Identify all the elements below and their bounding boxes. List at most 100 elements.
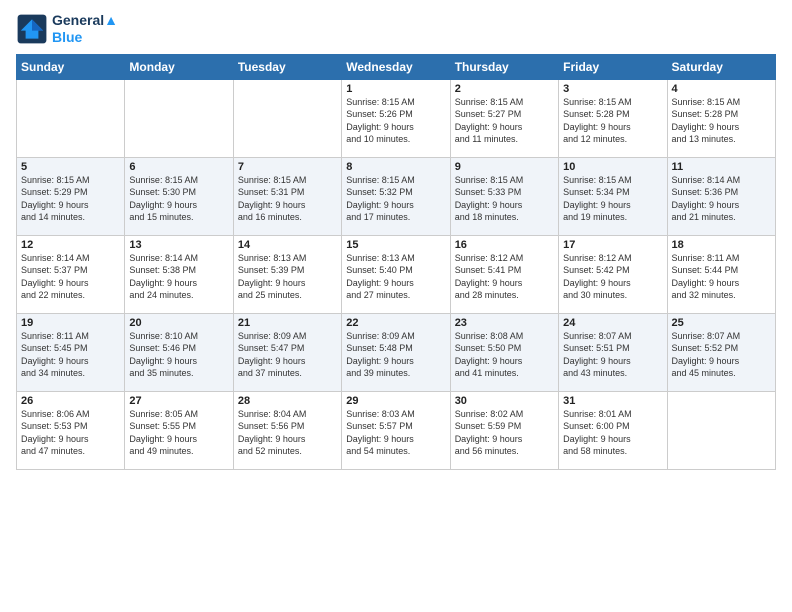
- day-info: Sunrise: 8:12 AM Sunset: 5:42 PM Dayligh…: [563, 252, 662, 302]
- day-number: 24: [563, 317, 662, 329]
- day-info: Sunrise: 8:09 AM Sunset: 5:48 PM Dayligh…: [346, 330, 445, 380]
- weekday-header-friday: Friday: [559, 54, 667, 79]
- day-info: Sunrise: 8:15 AM Sunset: 5:30 PM Dayligh…: [129, 174, 228, 224]
- calendar-cell: 26Sunrise: 8:06 AM Sunset: 5:53 PM Dayli…: [17, 391, 125, 469]
- day-number: 13: [129, 239, 228, 251]
- day-number: 26: [21, 395, 120, 407]
- day-number: 29: [346, 395, 445, 407]
- weekday-header-monday: Monday: [125, 54, 233, 79]
- weekday-header-thursday: Thursday: [450, 54, 558, 79]
- calendar-cell: 12Sunrise: 8:14 AM Sunset: 5:37 PM Dayli…: [17, 235, 125, 313]
- calendar-cell: 3Sunrise: 8:15 AM Sunset: 5:28 PM Daylig…: [559, 79, 667, 157]
- day-number: 15: [346, 239, 445, 251]
- weekday-header-wednesday: Wednesday: [342, 54, 450, 79]
- day-info: Sunrise: 8:15 AM Sunset: 5:34 PM Dayligh…: [563, 174, 662, 224]
- calendar-cell: 11Sunrise: 8:14 AM Sunset: 5:36 PM Dayli…: [667, 157, 775, 235]
- logo: General▲ Blue: [16, 12, 118, 46]
- calendar-cell: 2Sunrise: 8:15 AM Sunset: 5:27 PM Daylig…: [450, 79, 558, 157]
- day-info: Sunrise: 8:07 AM Sunset: 5:51 PM Dayligh…: [563, 330, 662, 380]
- calendar-cell: 1Sunrise: 8:15 AM Sunset: 5:26 PM Daylig…: [342, 79, 450, 157]
- day-info: Sunrise: 8:07 AM Sunset: 5:52 PM Dayligh…: [672, 330, 771, 380]
- calendar-cell: [667, 391, 775, 469]
- day-number: 8: [346, 161, 445, 173]
- calendar-week-5: 26Sunrise: 8:06 AM Sunset: 5:53 PM Dayli…: [17, 391, 776, 469]
- calendar-cell: 22Sunrise: 8:09 AM Sunset: 5:48 PM Dayli…: [342, 313, 450, 391]
- calendar-cell: 28Sunrise: 8:04 AM Sunset: 5:56 PM Dayli…: [233, 391, 341, 469]
- day-info: Sunrise: 8:15 AM Sunset: 5:26 PM Dayligh…: [346, 96, 445, 146]
- day-number: 10: [563, 161, 662, 173]
- calendar-cell: 15Sunrise: 8:13 AM Sunset: 5:40 PM Dayli…: [342, 235, 450, 313]
- weekday-header-sunday: Sunday: [17, 54, 125, 79]
- calendar-cell: 10Sunrise: 8:15 AM Sunset: 5:34 PM Dayli…: [559, 157, 667, 235]
- calendar-cell: [17, 79, 125, 157]
- day-number: 3: [563, 83, 662, 95]
- day-info: Sunrise: 8:11 AM Sunset: 5:45 PM Dayligh…: [21, 330, 120, 380]
- calendar-cell: 31Sunrise: 8:01 AM Sunset: 6:00 PM Dayli…: [559, 391, 667, 469]
- day-number: 11: [672, 161, 771, 173]
- day-number: 28: [238, 395, 337, 407]
- day-number: 31: [563, 395, 662, 407]
- header: General▲ Blue: [16, 12, 776, 46]
- calendar-cell: 18Sunrise: 8:11 AM Sunset: 5:44 PM Dayli…: [667, 235, 775, 313]
- day-number: 17: [563, 239, 662, 251]
- calendar-cell: 19Sunrise: 8:11 AM Sunset: 5:45 PM Dayli…: [17, 313, 125, 391]
- day-number: 5: [21, 161, 120, 173]
- calendar-week-1: 1Sunrise: 8:15 AM Sunset: 5:26 PM Daylig…: [17, 79, 776, 157]
- day-number: 1: [346, 83, 445, 95]
- logo-text: General▲ Blue: [52, 12, 118, 46]
- day-info: Sunrise: 8:02 AM Sunset: 5:59 PM Dayligh…: [455, 408, 554, 458]
- day-number: 23: [455, 317, 554, 329]
- day-info: Sunrise: 8:06 AM Sunset: 5:53 PM Dayligh…: [21, 408, 120, 458]
- day-number: 19: [21, 317, 120, 329]
- day-number: 22: [346, 317, 445, 329]
- day-info: Sunrise: 8:15 AM Sunset: 5:31 PM Dayligh…: [238, 174, 337, 224]
- day-number: 25: [672, 317, 771, 329]
- calendar-cell: 23Sunrise: 8:08 AM Sunset: 5:50 PM Dayli…: [450, 313, 558, 391]
- day-info: Sunrise: 8:05 AM Sunset: 5:55 PM Dayligh…: [129, 408, 228, 458]
- day-number: 20: [129, 317, 228, 329]
- calendar-cell: 14Sunrise: 8:13 AM Sunset: 5:39 PM Dayli…: [233, 235, 341, 313]
- day-info: Sunrise: 8:14 AM Sunset: 5:36 PM Dayligh…: [672, 174, 771, 224]
- day-info: Sunrise: 8:01 AM Sunset: 6:00 PM Dayligh…: [563, 408, 662, 458]
- calendar-cell: 7Sunrise: 8:15 AM Sunset: 5:31 PM Daylig…: [233, 157, 341, 235]
- day-info: Sunrise: 8:15 AM Sunset: 5:28 PM Dayligh…: [563, 96, 662, 146]
- calendar-cell: 16Sunrise: 8:12 AM Sunset: 5:41 PM Dayli…: [450, 235, 558, 313]
- day-number: 16: [455, 239, 554, 251]
- calendar-cell: 27Sunrise: 8:05 AM Sunset: 5:55 PM Dayli…: [125, 391, 233, 469]
- calendar-cell: [125, 79, 233, 157]
- logo-icon: [16, 13, 48, 45]
- calendar-cell: 29Sunrise: 8:03 AM Sunset: 5:57 PM Dayli…: [342, 391, 450, 469]
- day-number: 9: [455, 161, 554, 173]
- day-number: 7: [238, 161, 337, 173]
- calendar-cell: 25Sunrise: 8:07 AM Sunset: 5:52 PM Dayli…: [667, 313, 775, 391]
- day-info: Sunrise: 8:03 AM Sunset: 5:57 PM Dayligh…: [346, 408, 445, 458]
- calendar-cell: 30Sunrise: 8:02 AM Sunset: 5:59 PM Dayli…: [450, 391, 558, 469]
- day-info: Sunrise: 8:15 AM Sunset: 5:27 PM Dayligh…: [455, 96, 554, 146]
- calendar-cell: 4Sunrise: 8:15 AM Sunset: 5:28 PM Daylig…: [667, 79, 775, 157]
- calendar-cell: 6Sunrise: 8:15 AM Sunset: 5:30 PM Daylig…: [125, 157, 233, 235]
- day-number: 27: [129, 395, 228, 407]
- day-info: Sunrise: 8:15 AM Sunset: 5:28 PM Dayligh…: [672, 96, 771, 146]
- calendar-cell: 9Sunrise: 8:15 AM Sunset: 5:33 PM Daylig…: [450, 157, 558, 235]
- day-info: Sunrise: 8:15 AM Sunset: 5:32 PM Dayligh…: [346, 174, 445, 224]
- calendar-cell: 5Sunrise: 8:15 AM Sunset: 5:29 PM Daylig…: [17, 157, 125, 235]
- calendar-cell: 21Sunrise: 8:09 AM Sunset: 5:47 PM Dayli…: [233, 313, 341, 391]
- day-info: Sunrise: 8:15 AM Sunset: 5:29 PM Dayligh…: [21, 174, 120, 224]
- weekday-header-tuesday: Tuesday: [233, 54, 341, 79]
- calendar-week-4: 19Sunrise: 8:11 AM Sunset: 5:45 PM Dayli…: [17, 313, 776, 391]
- day-info: Sunrise: 8:12 AM Sunset: 5:41 PM Dayligh…: [455, 252, 554, 302]
- day-number: 4: [672, 83, 771, 95]
- page: General▲ Blue SundayMondayTuesdayWednesd…: [0, 0, 792, 612]
- day-info: Sunrise: 8:13 AM Sunset: 5:39 PM Dayligh…: [238, 252, 337, 302]
- day-info: Sunrise: 8:08 AM Sunset: 5:50 PM Dayligh…: [455, 330, 554, 380]
- calendar-cell: 13Sunrise: 8:14 AM Sunset: 5:38 PM Dayli…: [125, 235, 233, 313]
- weekday-header-saturday: Saturday: [667, 54, 775, 79]
- day-number: 21: [238, 317, 337, 329]
- day-info: Sunrise: 8:09 AM Sunset: 5:47 PM Dayligh…: [238, 330, 337, 380]
- weekday-header-row: SundayMondayTuesdayWednesdayThursdayFrid…: [17, 54, 776, 79]
- day-info: Sunrise: 8:11 AM Sunset: 5:44 PM Dayligh…: [672, 252, 771, 302]
- calendar-week-2: 5Sunrise: 8:15 AM Sunset: 5:29 PM Daylig…: [17, 157, 776, 235]
- day-number: 12: [21, 239, 120, 251]
- day-number: 14: [238, 239, 337, 251]
- calendar-table: SundayMondayTuesdayWednesdayThursdayFrid…: [16, 54, 776, 470]
